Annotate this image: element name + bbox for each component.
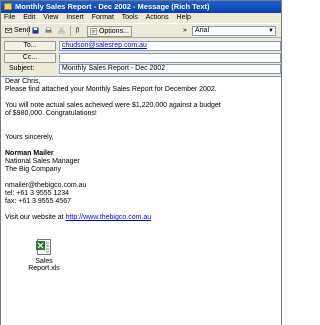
print-icon xyxy=(45,26,52,33)
subject-label: Subject: xyxy=(9,65,35,72)
body-line: Please find attached your Monthly Sales … xyxy=(5,86,217,93)
website-line: Visit our website at http://www.thebigco… xyxy=(5,214,277,222)
cc-button[interactable]: Cc... xyxy=(4,53,56,63)
website-link[interactable]: http://www.thebigco.com.au xyxy=(66,214,152,221)
message-window: Monthly Sales Report - Dec 2002 - Messag… xyxy=(0,0,282,325)
send-icon xyxy=(5,27,12,33)
chevron-down-icon: ▼ xyxy=(268,28,274,34)
subject-value: Monthly Sales Report - Dec 2002 xyxy=(62,65,166,72)
to-label: To... xyxy=(23,42,37,49)
attachment[interactable]: Sales Report.xls xyxy=(19,238,69,272)
message-body[interactable]: Dear Chris, Please find attached your Mo… xyxy=(1,76,281,325)
cc-label: Cc... xyxy=(22,54,38,61)
scissors-icon xyxy=(58,26,65,34)
attachment-name: Sales Report.xls xyxy=(28,258,60,272)
body-line: of $980,000. Congratulations! xyxy=(5,110,97,117)
paperclip-icon xyxy=(76,26,79,33)
menu-help[interactable]: Help xyxy=(177,14,191,21)
options-button[interactable]: Options... xyxy=(87,26,132,37)
menu-actions[interactable]: Actions xyxy=(146,14,169,21)
signature-tel: tel: +61 3 9555 1234 xyxy=(5,190,70,197)
send-button[interactable]: Send xyxy=(5,26,30,36)
to-button[interactable]: To... xyxy=(4,41,56,51)
print-button[interactable] xyxy=(45,26,52,36)
attach-button[interactable] xyxy=(74,26,81,36)
toolbar-overflow-icon[interactable]: » xyxy=(183,26,187,36)
menu-bar: File Edit View Insert Format Tools Actio… xyxy=(1,13,281,23)
menu-view[interactable]: View xyxy=(43,14,58,21)
website-prefix: Visit our website at xyxy=(5,214,66,221)
options-label: Options... xyxy=(98,28,129,35)
menu-tools[interactable]: Tools xyxy=(122,14,138,21)
toolbar: Send Options... » Arial ▼ xyxy=(1,23,281,38)
envelope-icon xyxy=(4,3,12,10)
title-bar: Monthly Sales Report - Dec 2002 - Messag… xyxy=(1,1,281,13)
window-title: Monthly Sales Report - Dec 2002 - Messag… xyxy=(15,2,210,11)
font-select[interactable]: Arial ▼ xyxy=(192,26,276,36)
toolbar-divider xyxy=(70,26,71,36)
cc-field[interactable] xyxy=(59,53,281,63)
closing: Yours sincerely, xyxy=(5,134,54,141)
excel-file-icon xyxy=(36,239,51,255)
menu-insert[interactable]: Insert xyxy=(66,14,84,21)
font-select-value: Arial xyxy=(195,27,210,34)
to-recipient[interactable]: chudson@salesrep.com.au xyxy=(62,42,147,49)
signature-title: National Sales Manager xyxy=(5,158,80,165)
cut-button[interactable] xyxy=(58,26,65,36)
signature-fax: fax: +61 3 9555 4567 xyxy=(5,198,71,205)
menu-edit[interactable]: Edit xyxy=(23,14,35,21)
body-line: You will note actual sales acheived were… xyxy=(5,102,221,109)
signature-email: nmailer@thebigco.com.au xyxy=(5,182,87,189)
greeting: Dear Chris, xyxy=(5,78,41,85)
to-field[interactable]: chudson@salesrep.com.au xyxy=(59,41,281,51)
signature-name: Norman Mailer xyxy=(5,150,54,157)
options-icon xyxy=(90,27,97,35)
signature-company: The Big Company xyxy=(5,166,62,173)
save-icon xyxy=(32,27,39,34)
menu-format[interactable]: Format xyxy=(92,14,114,21)
message-header: To... chudson@salesrep.com.au Cc... Subj… xyxy=(1,38,281,75)
save-button[interactable] xyxy=(32,26,39,36)
menu-file[interactable]: File xyxy=(4,14,15,21)
toolbar-divider xyxy=(28,26,29,36)
subject-field[interactable]: Monthly Sales Report - Dec 2002 xyxy=(59,64,281,74)
